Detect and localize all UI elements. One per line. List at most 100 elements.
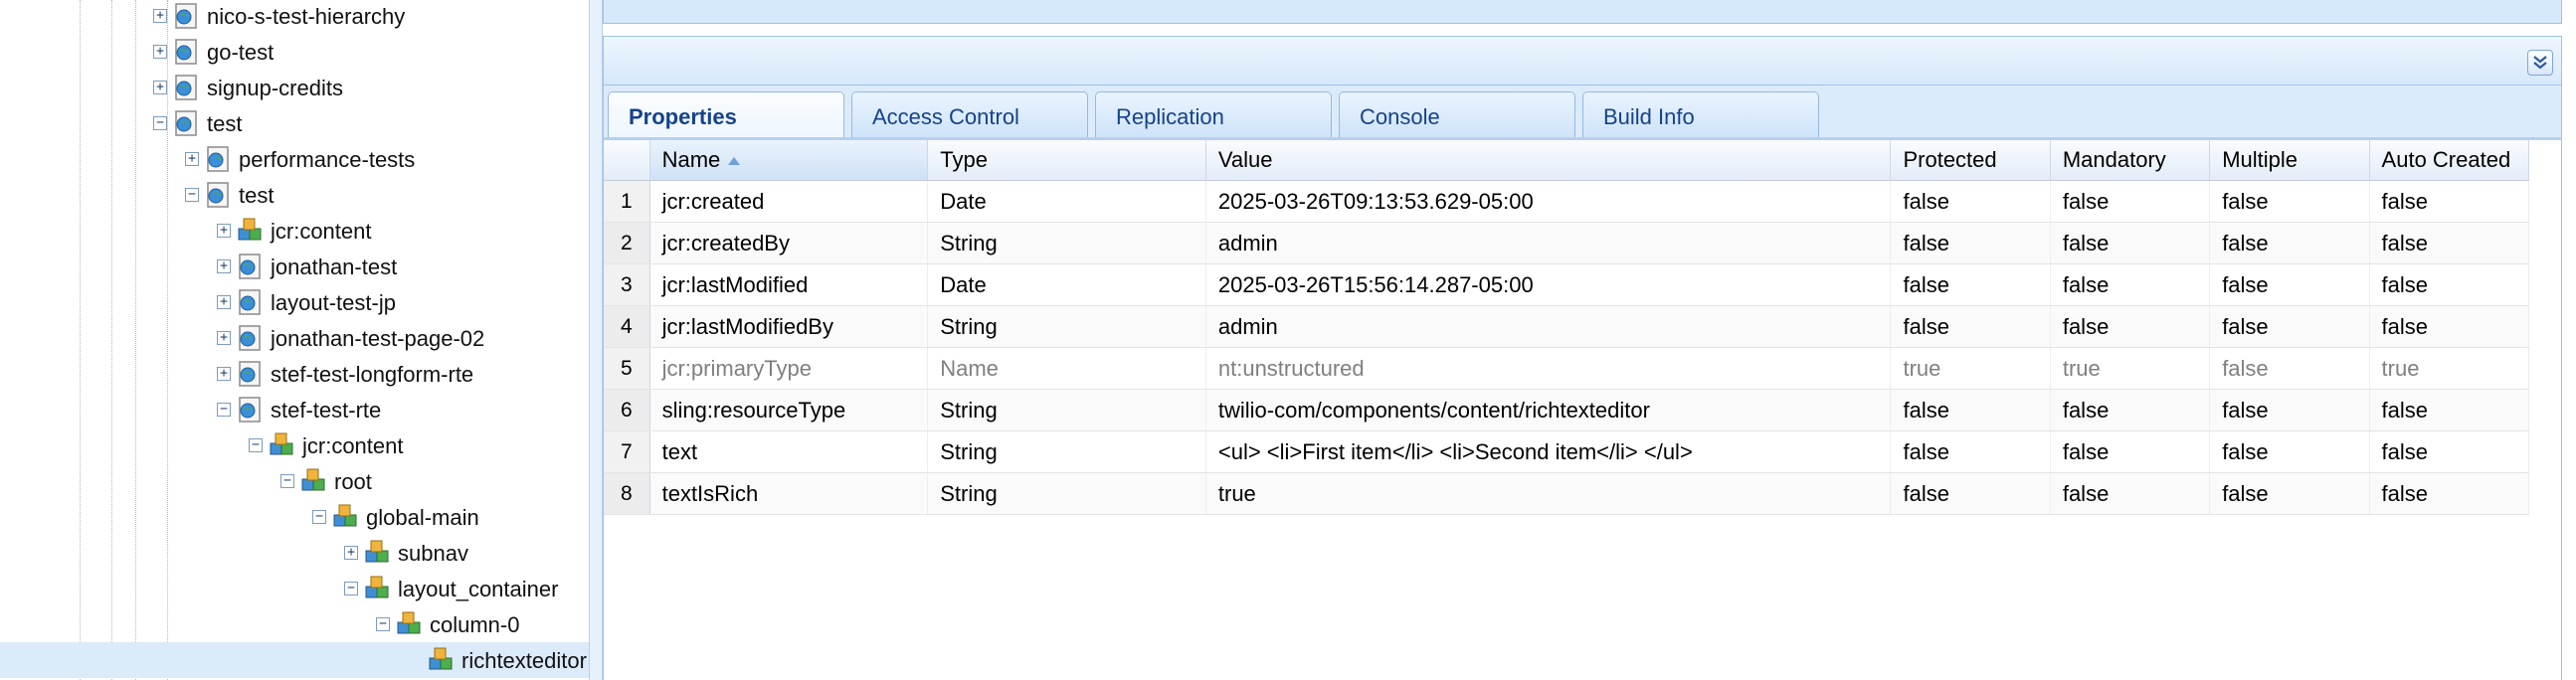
column-header-name[interactable]: Name — [649, 140, 929, 181]
tree-node-test[interactable]: − test — [0, 105, 589, 141]
table-row[interactable]: 4 jcr:lastModifiedBy String admin false false… — [604, 305, 2530, 348]
column-header-auto-created[interactable]: Auto Created — [2369, 140, 2530, 181]
table-row[interactable]: 3 jcr:lastModified Date 2025-03-26T15:56:14… — [604, 263, 2530, 306]
cell-type[interactable]: Name — [927, 347, 1206, 390]
collapse-icon[interactable]: − — [312, 510, 326, 524]
table-row[interactable]: 7 text String <ul> <li>First item</li> <li>… — [604, 430, 2530, 473]
tree-node-stef-test-rte[interactable]: − stef-test-rte — [0, 392, 589, 427]
tree-node-layout-container[interactable]: − layout_container — [0, 571, 589, 606]
cell-mandatory[interactable]: false — [2050, 222, 2211, 264]
cell-multiple[interactable]: false — [2209, 263, 2370, 306]
table-row[interactable]: 5 jcr:primaryType Name nt:unstructured true t… — [604, 347, 2530, 390]
expand-icon[interactable]: + — [153, 9, 167, 23]
cell-protected[interactable]: false — [1890, 389, 2051, 431]
expand-icon[interactable]: + — [185, 152, 199, 166]
cell-name[interactable]: jcr:primaryType — [649, 347, 929, 390]
expand-icon[interactable]: + — [344, 546, 358, 560]
cell-auto-created[interactable]: true — [2369, 347, 2530, 390]
cell-protected[interactable]: false — [1890, 305, 2051, 348]
cell-value[interactable]: <ul> <li>First item</li> <li>Second item… — [1205, 430, 1892, 473]
collapse-button[interactable] — [2527, 50, 2553, 76]
cell-value[interactable]: 2025-03-26T09:13:53.629-05:00 — [1205, 180, 1892, 223]
tab-properties[interactable]: Properties — [608, 91, 844, 139]
cell-name[interactable]: jcr:lastModified — [649, 263, 929, 306]
tree-node-performance-tests[interactable]: + performance-tests — [0, 141, 589, 177]
cell-auto-created[interactable]: false — [2369, 430, 2530, 473]
cell-name[interactable]: jcr:created — [649, 180, 929, 223]
cell-multiple[interactable]: false — [2209, 430, 2370, 473]
cell-multiple[interactable]: false — [2209, 472, 2370, 515]
cell-mandatory[interactable]: false — [2050, 389, 2211, 431]
cell-protected[interactable]: false — [1890, 472, 2051, 515]
tree-node-jcr-content[interactable]: + jcr:content — [0, 213, 589, 249]
expand-icon[interactable]: + — [153, 81, 167, 94]
cell-name[interactable]: jcr:lastModifiedBy — [649, 305, 929, 348]
cell-name[interactable]: textIsRich — [649, 472, 929, 515]
tree-node-go-test[interactable]: + go-test — [0, 34, 589, 70]
expand-icon[interactable]: + — [217, 331, 231, 345]
tree-node-nico-s-test-hierarchy[interactable]: + nico-s-test-hierarchy — [0, 0, 589, 34]
collapse-icon[interactable]: − — [153, 116, 167, 130]
table-row[interactable]: 8 textIsRich String true false false false fals… — [604, 472, 2530, 515]
cell-protected[interactable]: false — [1890, 430, 2051, 473]
tree-splitter[interactable] — [589, 0, 603, 680]
collapse-icon[interactable]: − — [249, 438, 263, 452]
cell-protected[interactable]: false — [1890, 222, 2051, 264]
tab-console[interactable]: Console — [1339, 91, 1575, 137]
cell-type[interactable]: String — [927, 389, 1206, 431]
collapse-icon[interactable]: − — [185, 188, 199, 202]
expand-icon[interactable]: + — [217, 295, 231, 309]
cell-value[interactable]: true — [1205, 472, 1892, 515]
tree-node-richtexteditor[interactable]: richtexteditor — [0, 642, 589, 678]
table-row[interactable]: 6 sling:resourceType String twilio-com/comp… — [604, 389, 2530, 431]
expand-icon[interactable]: + — [217, 259, 231, 273]
cell-mandatory[interactable]: false — [2050, 263, 2211, 306]
cell-multiple[interactable]: false — [2209, 347, 2370, 390]
cell-auto-created[interactable]: false — [2369, 472, 2530, 515]
column-header-multiple[interactable]: Multiple — [2209, 140, 2370, 181]
collapse-icon[interactable]: − — [344, 582, 358, 595]
cell-mandatory[interactable]: false — [2050, 305, 2211, 348]
cell-auto-created[interactable]: false — [2369, 305, 2530, 348]
expand-icon[interactable]: + — [217, 367, 231, 381]
cell-type[interactable]: String — [927, 305, 1206, 348]
cell-value[interactable]: twilio-com/components/content/richtexted… — [1205, 389, 1892, 431]
cell-type[interactable]: Date — [927, 263, 1206, 306]
cell-type[interactable]: String — [927, 472, 1206, 515]
table-row[interactable]: 1 jcr:created Date 2025-03-26T09:13:53.629-… — [604, 180, 2530, 223]
tree-node-jcr-content[interactable]: − jcr:content — [0, 427, 589, 463]
tab-access-control[interactable]: Access Control — [851, 91, 1088, 137]
cell-protected[interactable]: false — [1890, 263, 2051, 306]
cell-type[interactable]: String — [927, 430, 1206, 473]
tree-node-jonathan-test-page-02[interactable]: + jonathan-test-page-02 — [0, 320, 589, 356]
cell-value[interactable]: 2025-03-26T15:56:14.287-05:00 — [1205, 263, 1892, 306]
cell-auto-created[interactable]: false — [2369, 180, 2530, 223]
tree-node-column-0[interactable]: − column-0 — [0, 606, 589, 642]
cell-protected[interactable]: false — [1890, 180, 2051, 223]
cell-mandatory[interactable]: true — [2050, 347, 2211, 390]
column-header-type[interactable]: Type — [927, 140, 1206, 181]
cell-auto-created[interactable]: false — [2369, 263, 2530, 306]
cell-multiple[interactable]: false — [2209, 222, 2370, 264]
cell-value[interactable]: nt:unstructured — [1205, 347, 1892, 390]
tab-replication[interactable]: Replication — [1095, 91, 1332, 137]
cell-value[interactable]: admin — [1205, 222, 1892, 264]
table-row[interactable]: 2 jcr:createdBy String admin false false false… — [604, 222, 2530, 264]
cell-mandatory[interactable]: false — [2050, 472, 2211, 515]
cell-auto-created[interactable]: false — [2369, 389, 2530, 431]
tree-node-subnav[interactable]: + subnav — [0, 535, 589, 571]
tree-node-global-main[interactable]: − global-main — [0, 499, 589, 535]
tree-node-root[interactable]: − root — [0, 463, 589, 499]
cell-auto-created[interactable]: false — [2369, 222, 2530, 264]
cell-protected[interactable]: true — [1890, 347, 2051, 390]
tree-node-jonathan-test[interactable]: + jonathan-test — [0, 249, 589, 284]
collapse-icon[interactable]: − — [376, 617, 390, 631]
cell-multiple[interactable]: false — [2209, 305, 2370, 348]
tree-node-layout-test-jp[interactable]: + layout-test-jp — [0, 284, 589, 320]
collapse-icon[interactable]: − — [217, 403, 231, 417]
column-header-value[interactable]: Value — [1205, 140, 1892, 181]
expand-icon[interactable]: + — [153, 45, 167, 59]
tab-build-info[interactable]: Build Info — [1582, 91, 1819, 137]
tree-node-stef-test-longform-rte[interactable]: + stef-test-longform-rte — [0, 356, 589, 392]
expand-icon[interactable]: + — [217, 224, 231, 238]
